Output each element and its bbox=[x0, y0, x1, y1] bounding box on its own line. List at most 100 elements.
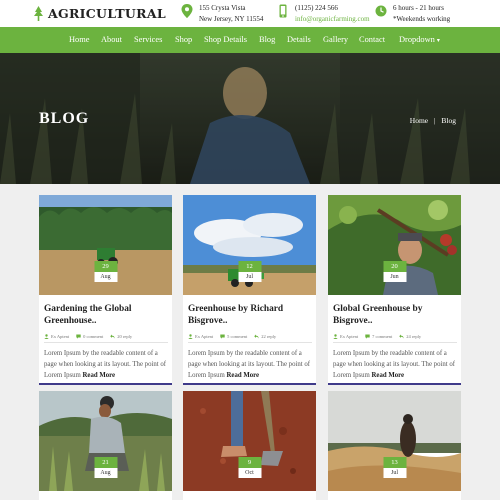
email-link[interactable]: info@organicfarming.com bbox=[295, 14, 370, 25]
post-date: 12 Jul bbox=[238, 261, 261, 282]
nav-item-contact[interactable]: Contact bbox=[359, 27, 385, 53]
comment-icon bbox=[220, 334, 225, 339]
post-month: Aug bbox=[94, 468, 117, 478]
contact-hours: 6 hours - 21 hours *Weekends working bbox=[375, 3, 450, 25]
read-more-link[interactable]: Read More bbox=[372, 372, 405, 379]
reply-icon bbox=[399, 334, 405, 339]
blog-card[interactable]: 29 Aug Gardening the Global Greenhouse..… bbox=[39, 195, 172, 385]
post-image[interactable]: 13 Jul bbox=[328, 391, 461, 491]
comment-icon bbox=[365, 334, 370, 339]
divider bbox=[333, 342, 457, 343]
breadcrumb-current: Blog bbox=[441, 116, 456, 125]
card-accent-bar bbox=[39, 383, 172, 385]
nav-item-blog[interactable]: Blog bbox=[259, 27, 275, 53]
post-month: Jul bbox=[383, 468, 406, 478]
read-more-link[interactable]: Read More bbox=[227, 372, 260, 379]
brand-logo[interactable]: AGRICULTURAL bbox=[32, 5, 166, 21]
post-meta: Ex Aptent 5 comment 22 reply bbox=[188, 334, 312, 339]
breadcrumb-home[interactable]: Home bbox=[410, 116, 428, 125]
brand-name: AGRICULTURAL bbox=[48, 5, 166, 21]
post-date: 29 Aug bbox=[94, 261, 117, 282]
post-excerpt: Lorem Ipsum by the readable content of a… bbox=[44, 348, 170, 381]
post-date: 20 Jun bbox=[383, 261, 406, 282]
post-image[interactable]: 12 Jul bbox=[183, 195, 316, 295]
blog-card[interactable]: 13 Jul bbox=[328, 391, 461, 500]
page-title: BLOG bbox=[39, 110, 90, 127]
user-icon bbox=[333, 334, 338, 339]
main-nav: Home About Services Shop Shop Details Bl… bbox=[0, 27, 500, 53]
post-excerpt: Lorem Ipsum by the readable content of a… bbox=[333, 348, 459, 381]
phone-number: (1125) 224 566 bbox=[295, 4, 338, 12]
reply-icon bbox=[254, 334, 260, 339]
post-replies[interactable]: 20 reply bbox=[117, 334, 132, 339]
post-title[interactable]: Greenhouse by Richard Bisgrove.. bbox=[188, 303, 312, 327]
nav-dropdown-label: Dropdown bbox=[399, 35, 435, 44]
post-author[interactable]: Ex Aptent bbox=[51, 334, 69, 339]
blog-card[interactable]: 9 Oct bbox=[183, 391, 316, 500]
post-replies[interactable]: 24 reply bbox=[406, 334, 421, 339]
post-meta: Ex Aptent 7 comment 24 reply bbox=[333, 334, 457, 339]
post-month: Jun bbox=[383, 272, 406, 282]
post-month: Oct bbox=[238, 468, 261, 478]
leaf-logo-icon bbox=[34, 5, 43, 21]
post-day: 20 bbox=[383, 261, 406, 272]
post-author[interactable]: Ex Aptent bbox=[340, 334, 358, 339]
post-replies[interactable]: 22 reply bbox=[261, 334, 276, 339]
top-bar: AGRICULTURAL 155 Crysta Vista New Jersey… bbox=[0, 0, 500, 27]
page-banner: BLOG Home | Blog bbox=[0, 53, 500, 184]
contact-address: 155 Crysta Vista New Jersey, NY 11554 bbox=[181, 3, 263, 25]
post-image[interactable]: 21 Aug bbox=[39, 391, 172, 491]
blog-card[interactable]: 21 Aug bbox=[39, 391, 172, 500]
post-day: 9 bbox=[238, 457, 261, 468]
post-date: 9 Oct bbox=[238, 457, 261, 478]
post-day: 13 bbox=[383, 457, 406, 468]
contact-phone: (1125) 224 566 info@organicfarming.com bbox=[277, 3, 370, 25]
read-more-link[interactable]: Read More bbox=[83, 372, 116, 379]
nav-item-shop[interactable]: Shop bbox=[175, 27, 192, 53]
weekend-note: *Weekends working bbox=[393, 15, 451, 23]
phone-icon bbox=[279, 4, 287, 18]
post-image[interactable]: 9 Oct bbox=[183, 391, 316, 491]
post-excerpt: Lorem Ipsum by the readable content of a… bbox=[188, 348, 314, 381]
comment-icon bbox=[76, 334, 81, 339]
blog-card[interactable]: 20 Jun Global Greenhouse by Bisgrove.. E… bbox=[328, 195, 461, 385]
nav-item-dropdown[interactable]: Dropdown ▾ bbox=[399, 27, 440, 53]
card-accent-bar bbox=[183, 383, 316, 385]
nav-item-details[interactable]: Details bbox=[287, 27, 311, 53]
address-line2: New Jersey, NY 11554 bbox=[199, 15, 264, 23]
breadcrumb: Home | Blog bbox=[408, 116, 458, 125]
nav-item-gallery[interactable]: Gallery bbox=[323, 27, 348, 53]
post-comments[interactable]: 7 comment bbox=[372, 334, 392, 339]
post-day: 12 bbox=[238, 261, 261, 272]
clock-icon bbox=[375, 5, 387, 17]
post-title[interactable]: Gardening the Global Greenhouse.. bbox=[44, 303, 168, 327]
post-month: Jul bbox=[238, 272, 261, 282]
map-marker-icon bbox=[181, 4, 193, 18]
divider bbox=[188, 342, 312, 343]
hours-text: 6 hours - 21 hours bbox=[393, 4, 444, 12]
post-author[interactable]: Ex Aptent bbox=[195, 334, 213, 339]
nav-item-services[interactable]: Services bbox=[134, 27, 162, 53]
post-date: 13 Jul bbox=[383, 457, 406, 478]
breadcrumb-separator: | bbox=[434, 116, 436, 125]
post-comments[interactable]: 5 comment bbox=[227, 334, 247, 339]
card-accent-bar bbox=[328, 383, 461, 385]
post-title[interactable]: Global Greenhouse by Bisgrove.. bbox=[333, 303, 457, 327]
chevron-down-icon: ▾ bbox=[436, 38, 440, 44]
post-image[interactable]: 20 Jun bbox=[328, 195, 461, 295]
nav-item-shop-details[interactable]: Shop Details bbox=[204, 27, 247, 53]
reply-icon bbox=[110, 334, 116, 339]
nav-item-about[interactable]: About bbox=[101, 27, 122, 53]
nav-item-home[interactable]: Home bbox=[69, 27, 89, 53]
post-day: 29 bbox=[94, 261, 117, 272]
post-comments[interactable]: 0 comment bbox=[83, 334, 103, 339]
address-line1: 155 Crysta Vista bbox=[199, 4, 246, 12]
divider bbox=[44, 342, 168, 343]
blog-card[interactable]: 12 Jul Greenhouse by Richard Bisgrove.. … bbox=[183, 195, 316, 385]
post-day: 21 bbox=[94, 457, 117, 468]
post-meta: Ex Aptent 0 comment 20 reply bbox=[44, 334, 168, 339]
user-icon bbox=[44, 334, 49, 339]
post-month: Aug bbox=[94, 272, 117, 282]
post-date: 21 Aug bbox=[94, 457, 117, 478]
post-image[interactable]: 29 Aug bbox=[39, 195, 172, 295]
